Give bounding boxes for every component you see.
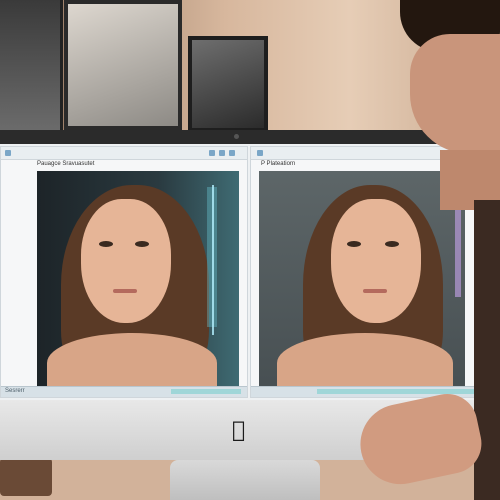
eye-left: [347, 241, 361, 247]
face: [81, 199, 171, 323]
face-image-view: [37, 171, 239, 393]
photo-scene: Pauagce Sravuasutet Sesrerr P Plateatior…: [0, 0, 500, 500]
mouth: [113, 289, 137, 293]
app-window-left: Pauagce Sravuasutet Sesrerr: [0, 146, 248, 398]
apple-logo-icon: : [232, 418, 245, 443]
toolbar-icon[interactable]: [229, 150, 235, 156]
toolbar-icon[interactable]: [209, 150, 215, 156]
mouth: [363, 289, 387, 293]
toolbar-left: [1, 147, 247, 160]
wall-frame-center: [64, 0, 182, 130]
status-text: Sesrerr: [5, 388, 25, 394]
person-face: [410, 34, 500, 154]
window-title: P Plateatiorn: [261, 161, 296, 167]
status-bar-left: Sesrerr: [1, 386, 247, 397]
toolbar-icon[interactable]: [5, 150, 11, 156]
desk-object: [0, 458, 52, 496]
eye-right: [135, 241, 149, 247]
shoulders: [47, 333, 217, 393]
window-title: Pauagce Sravuasutet: [37, 161, 95, 167]
scan-line: [212, 185, 214, 335]
wall-frame-left: [0, 0, 63, 130]
eye-left: [99, 241, 113, 247]
toolbar-icon[interactable]: [257, 150, 263, 156]
wall-frame-right: [188, 36, 268, 132]
monitor-stand: [170, 460, 320, 500]
toolbar-icon[interactable]: [219, 150, 225, 156]
camera-icon: [234, 134, 239, 139]
status-meter: [171, 389, 241, 394]
